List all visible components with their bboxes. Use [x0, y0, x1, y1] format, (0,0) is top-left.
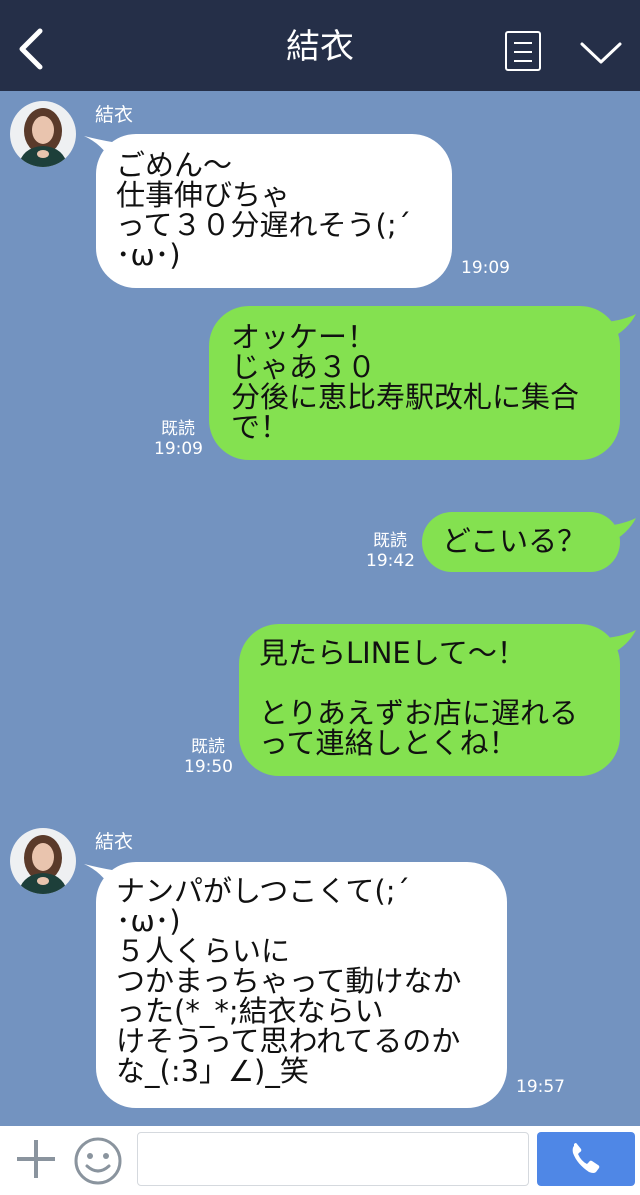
- avatar[interactable]: [10, 101, 76, 167]
- read-receipt: 既読 19:42: [366, 531, 415, 571]
- sender-name: 結衣: [95, 831, 134, 853]
- bubble-tail: [606, 630, 636, 656]
- smiley-icon[interactable]: [73, 1136, 123, 1186]
- document-menu-icon[interactable]: [505, 31, 541, 71]
- bubble-tail: [606, 518, 636, 544]
- message-bubble: オッケー！ じゃあ３０ 分後に恵比寿駅改札に集合 で！: [209, 306, 620, 460]
- message-time: 19:50: [184, 757, 233, 777]
- phone-icon: [572, 1143, 600, 1173]
- chevron-left-icon[interactable]: [12, 27, 48, 71]
- chat-title: 結衣: [286, 27, 354, 67]
- message-time: 19:09: [154, 439, 203, 459]
- chat-header: 結衣: [0, 0, 640, 91]
- plus-icon[interactable]: [14, 1137, 58, 1181]
- sender-name: 結衣: [95, 104, 134, 126]
- call-button[interactable]: [537, 1132, 635, 1186]
- message-bubble: 見たらLINEして〜！ とりあえずお店に遅れる って連絡しとくね！: [239, 624, 620, 776]
- message-input[interactable]: [137, 1132, 529, 1186]
- read-label: 既読: [373, 531, 407, 551]
- avatar[interactable]: [10, 828, 76, 894]
- bubble-tail: [606, 314, 636, 340]
- message-time: 19:42: [366, 551, 415, 571]
- read-label: 既読: [191, 737, 225, 757]
- read-receipt: 既読 19:50: [184, 737, 233, 777]
- message-time: 19:09: [461, 258, 510, 278]
- chevron-down-icon[interactable]: [578, 40, 624, 66]
- message-bubble: ごめん〜 仕事伸びちゃ って３０分遅れそう(;´ ･ω･): [96, 134, 452, 288]
- read-receipt: 既読 19:09: [154, 419, 203, 459]
- message-time: 19:57: [516, 1077, 565, 1097]
- message-bubble: どこいる？: [422, 512, 620, 572]
- read-label: 既読: [161, 419, 195, 439]
- message-input-bar: [0, 1126, 640, 1195]
- message-bubble: ナンパがしつこくて(;´ ･ω･) ５人くらいに つかまっちゃって動けなか った…: [96, 862, 507, 1108]
